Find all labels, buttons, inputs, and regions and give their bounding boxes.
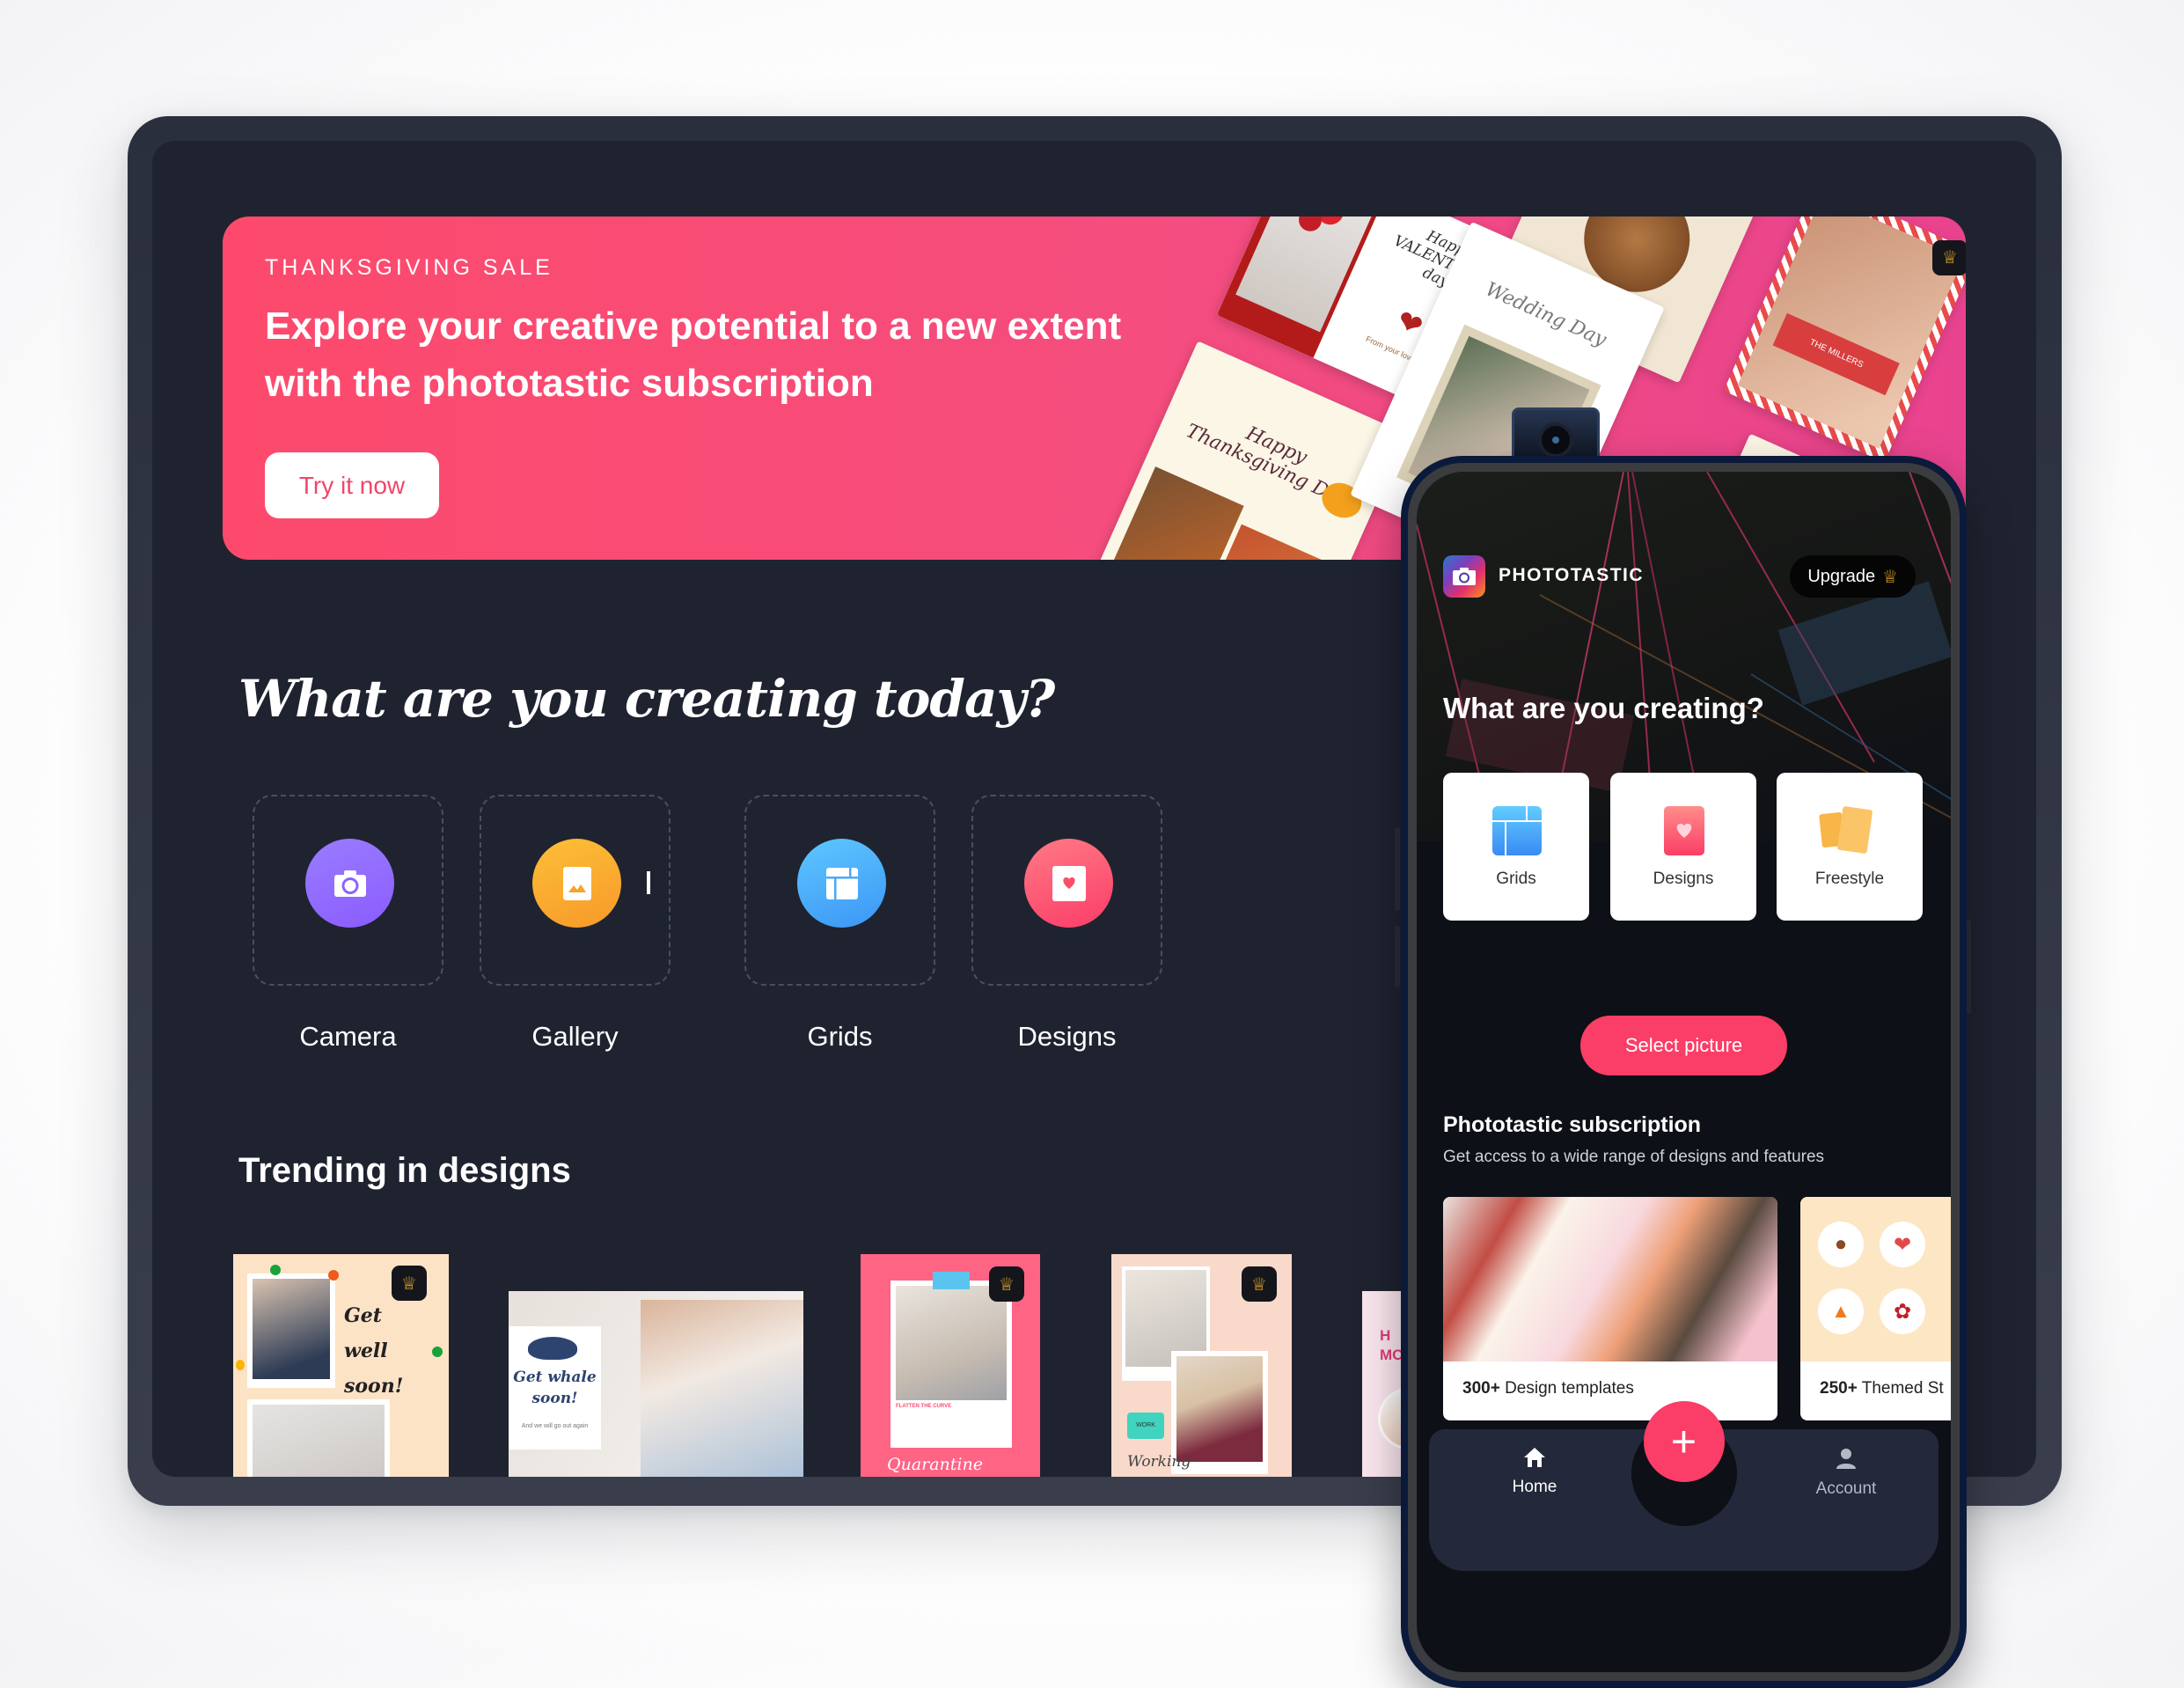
tile-freestyle[interactable]: Freestyle xyxy=(1777,773,1923,921)
heart-sticker-icon: ❤ xyxy=(1880,1222,1925,1267)
phone-side-button[interactable] xyxy=(1395,926,1400,987)
card-text: Themed St xyxy=(1861,1379,1944,1398)
select-picture-button[interactable]: Select picture xyxy=(1580,1016,1787,1075)
crown-icon: ♕ xyxy=(999,1274,1015,1295)
trending-card-subtext: And we will go out again xyxy=(521,1423,589,1429)
crown-icon: ♕ xyxy=(401,1273,417,1294)
subscription-card-label: 300+ Design templates xyxy=(1462,1379,1634,1398)
camera-icon xyxy=(305,839,394,928)
premium-badge: ♕ xyxy=(392,1266,427,1301)
bottom-navigation: + Home Account xyxy=(1417,1401,1951,1583)
subscription-card-label: 250+ Themed St xyxy=(1820,1379,1944,1398)
trending-card-text: Working xyxy=(1127,1453,1191,1471)
collage-card-millers: THE MILLERS xyxy=(1723,217,1966,463)
tool-grids[interactable] xyxy=(744,795,935,986)
premium-badge: ♕ xyxy=(1932,240,1966,275)
trending-card[interactable]: Get well soon! ♕ xyxy=(233,1254,449,1477)
camera-icon xyxy=(1453,568,1476,585)
creating-title: What are you creating today? xyxy=(238,669,1055,729)
banner-title: Explore your creative potential to a new… xyxy=(265,305,1122,405)
fox-sticker-icon: ▲ xyxy=(1818,1288,1864,1334)
app-brand-name: PHOTOTASTIC xyxy=(1499,565,1645,585)
heart-card-icon xyxy=(1664,806,1704,860)
card-count: 250+ xyxy=(1820,1379,1858,1398)
trending-card[interactable]: WORK Working ♕ xyxy=(1111,1254,1292,1477)
rose-sticker-icon: ✿ xyxy=(1880,1288,1925,1334)
text-cursor-separator xyxy=(647,871,650,894)
tile-grids[interactable]: Grids xyxy=(1443,773,1589,921)
trending-card-text: Get well soon! xyxy=(344,1304,404,1398)
account-icon xyxy=(1836,1449,1856,1469)
plus-icon: + xyxy=(1670,1417,1697,1466)
banner-eyebrow: THANKSGIVING SALE xyxy=(265,255,553,280)
tool-gallery[interactable] xyxy=(480,795,671,986)
trending-card[interactable]: Get whale soon! And we will go out again xyxy=(509,1291,803,1477)
subscription-card[interactable]: 300+ Design templates xyxy=(1443,1197,1777,1420)
tile-label: Grids xyxy=(1496,870,1536,888)
trending-card-subtext: WORK xyxy=(1127,1413,1164,1439)
phone-creating-title: What are you creating? xyxy=(1443,692,1764,724)
premium-badge: ♕ xyxy=(989,1266,1024,1302)
card-count: 300+ xyxy=(1462,1379,1500,1398)
trending-card-subtext: FLATTEN THE CURVE xyxy=(896,1404,952,1409)
app-logo xyxy=(1443,555,1485,598)
nav-home[interactable]: Home xyxy=(1482,1447,1587,1497)
heart-card-icon xyxy=(1024,839,1113,928)
trending-card[interactable]: FLATTEN THE CURVE Quarantine times ♕ xyxy=(861,1254,1040,1477)
design-templates-collage xyxy=(1443,1197,1777,1361)
tool-label-camera: Camera xyxy=(299,1021,397,1052)
nav-home-label: Home xyxy=(1512,1478,1557,1496)
upgrade-button[interactable]: Upgrade ♕ xyxy=(1790,555,1916,598)
try-it-now-button[interactable]: Try it now xyxy=(265,452,439,518)
trending-card-text: Get whale soon! xyxy=(513,1369,597,1407)
tile-label: Freestyle xyxy=(1814,870,1885,888)
nav-account-label: Account xyxy=(1815,1479,1877,1498)
phone-screen: PHOTOTASTIC Upgrade ♕ What are you creat… xyxy=(1417,472,1951,1672)
tile-label: Designs xyxy=(1653,870,1714,888)
crown-icon: ♕ xyxy=(1882,567,1898,587)
phone-bezel: PHOTOTASTIC Upgrade ♕ What are you creat… xyxy=(1408,463,1960,1681)
tool-label-designs: Designs xyxy=(1017,1021,1117,1052)
bear-sticker-icon: ● xyxy=(1818,1222,1864,1267)
subscription-description: Get access to a wide range of designs an… xyxy=(1443,1148,1825,1166)
trending-title: Trending in designs xyxy=(238,1151,571,1190)
tool-label-grids: Grids xyxy=(807,1021,873,1052)
themed-stickers-preview: ● ❤ ▲ ✿ xyxy=(1800,1197,1951,1361)
home-icon xyxy=(1524,1448,1545,1467)
phone-popup-camera xyxy=(1512,407,1600,460)
crown-icon: ♕ xyxy=(1251,1274,1267,1295)
image-icon xyxy=(532,839,621,928)
crown-icon: ♕ xyxy=(1942,248,1958,268)
tile-designs[interactable]: Designs xyxy=(1610,773,1756,921)
add-button[interactable]: + xyxy=(1643,1401,1725,1482)
card-text: Design templates xyxy=(1505,1379,1634,1398)
premium-badge: ♕ xyxy=(1242,1266,1277,1302)
tool-label-gallery: Gallery xyxy=(531,1021,619,1052)
tool-camera[interactable] xyxy=(253,795,443,986)
tool-designs[interactable] xyxy=(971,795,1162,986)
subscription-card[interactable]: ● ❤ ▲ ✿ 250+ Themed St xyxy=(1800,1197,1951,1420)
freestyle-cards-icon xyxy=(1819,804,1882,863)
upgrade-label: Upgrade xyxy=(1807,566,1876,586)
trending-card-text: Quarantine times xyxy=(887,1455,983,1477)
subscription-title: Phototastic subscription xyxy=(1443,1112,1702,1137)
whale-icon xyxy=(528,1337,577,1360)
phone-side-button[interactable] xyxy=(1395,827,1400,911)
grid-icon xyxy=(1492,806,1542,860)
grid-icon xyxy=(797,839,886,928)
nav-account[interactable]: Account xyxy=(1793,1447,1899,1499)
phone-frame: PHOTOTASTIC Upgrade ♕ What are you creat… xyxy=(1401,456,1967,1688)
